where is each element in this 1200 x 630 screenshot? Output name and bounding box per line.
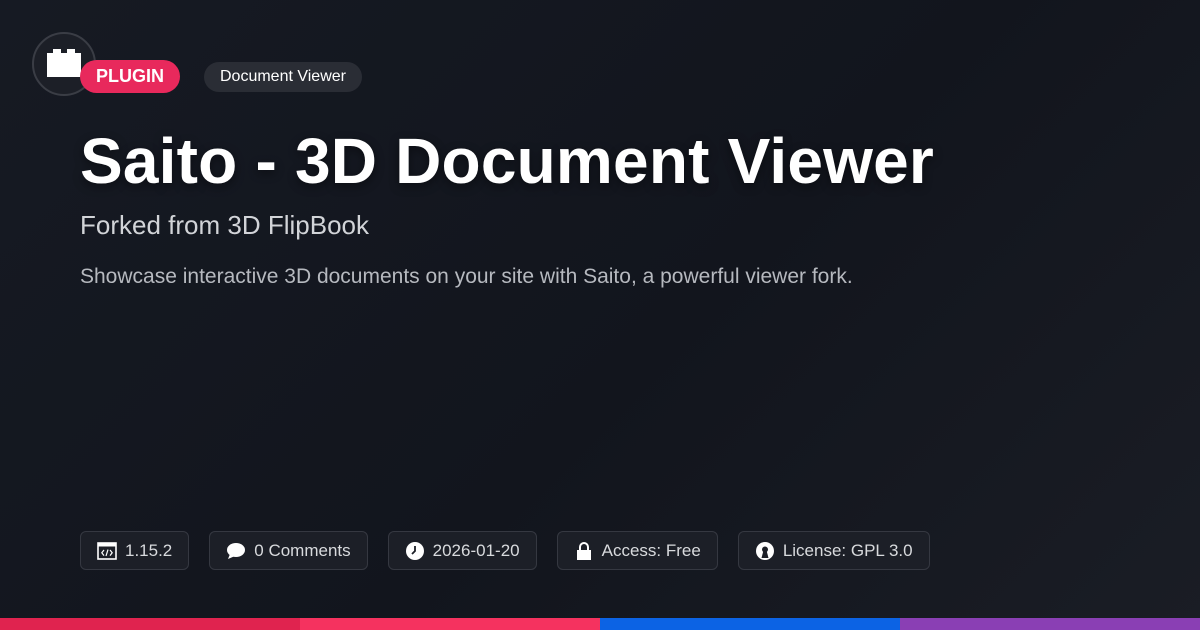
page-description: Showcase interactive 3D documents on you… <box>80 265 853 288</box>
category-badge[interactable]: Document Viewer <box>204 62 362 92</box>
version-chip: 1.15.2 <box>80 531 190 570</box>
page-subtitle: Forked from 3D FlipBook <box>80 210 369 240</box>
accent-bar-segment <box>900 618 1200 630</box>
speech-bubble-icon <box>226 541 246 561</box>
meta-row: 1.15.2 0 Comments 2026-01-20 Access: Fre… <box>80 531 930 570</box>
version-text: 1.15.2 <box>125 540 173 560</box>
code-window-icon <box>97 541 117 561</box>
accent-bar-segment <box>300 618 600 630</box>
accent-bar <box>0 618 1200 630</box>
access-text: Access: Free <box>601 540 701 560</box>
accent-bar-segment <box>600 618 900 630</box>
license-chip: License: GPL 3.0 <box>737 531 930 570</box>
accent-bar-segment <box>0 618 300 630</box>
comments-text: 0 Comments <box>254 540 351 560</box>
open-source-icon <box>755 541 775 561</box>
date-text: 2026-01-20 <box>432 540 520 560</box>
license-text: License: GPL 3.0 <box>782 540 913 560</box>
lock-icon <box>574 541 594 561</box>
plugin-brick-icon <box>45 48 83 80</box>
page-title: Saito - 3D Document Viewer <box>80 125 935 197</box>
type-badge: PLUGIN <box>80 60 181 93</box>
date-chip: 2026-01-20 <box>387 531 537 570</box>
comments-chip[interactable]: 0 Comments <box>209 531 368 570</box>
clock-icon <box>405 541 425 561</box>
access-chip: Access: Free <box>556 531 718 570</box>
